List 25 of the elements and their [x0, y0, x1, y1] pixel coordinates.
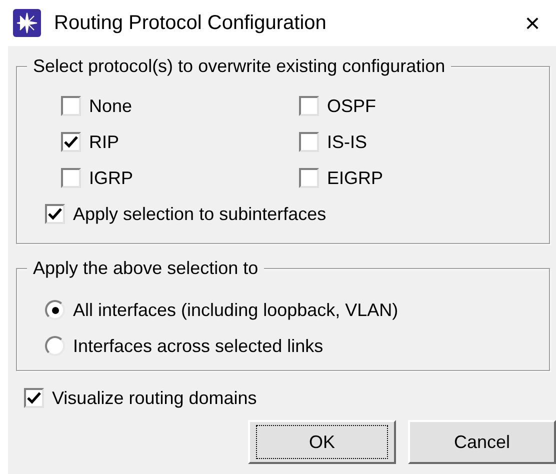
checkbox[interactable] [299, 96, 319, 116]
radio-option[interactable]: All interfaces (including loopback, VLAN) [45, 299, 549, 321]
radio-option[interactable]: Interfaces across selected links [45, 335, 549, 357]
checkbox[interactable] [45, 204, 65, 224]
radio-button[interactable] [45, 300, 65, 320]
checkbox[interactable] [61, 132, 81, 152]
checkbox-option[interactable]: EIGRP [299, 167, 537, 189]
checkbox-option[interactable]: OSPF [299, 95, 537, 117]
checkbox-option[interactable]: IGRP [61, 167, 299, 189]
ok-button[interactable]: OK [248, 420, 396, 464]
checkbox[interactable] [61, 168, 81, 188]
close-button[interactable]: × [524, 10, 540, 36]
checkbox[interactable] [299, 168, 319, 188]
checkbox-option[interactable]: Visualize routing domains [24, 387, 550, 409]
app-icon [12, 8, 42, 38]
window-title: Routing Protocol Configuration [54, 11, 328, 36]
checkbox-option[interactable]: RIP [61, 131, 299, 153]
checkbox-option[interactable]: Apply selection to subinterfaces [45, 203, 549, 225]
checkbox-option[interactable]: IS-IS [299, 131, 537, 153]
cancel-button[interactable]: Cancel [408, 420, 556, 464]
checkbox-option[interactable]: None [61, 95, 299, 117]
checkbox[interactable] [299, 132, 319, 152]
checkbox[interactable] [24, 388, 44, 408]
radio-button[interactable] [45, 336, 65, 356]
checkbox[interactable] [61, 96, 81, 116]
